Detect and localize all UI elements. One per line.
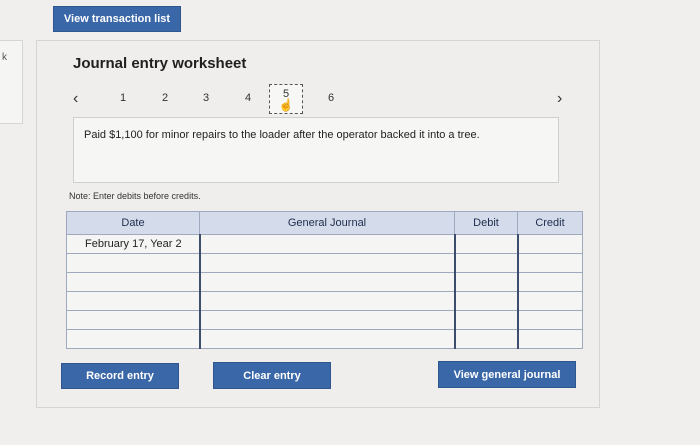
credit-header: Credit (517, 211, 583, 235)
hand-pointer-icon: ☝ (278, 98, 294, 112)
date-header: Date (66, 211, 200, 235)
debit-header: Debit (454, 211, 518, 235)
date-cell[interactable] (66, 329, 200, 349)
account-input[interactable] (198, 310, 455, 330)
clear-entry-button[interactable]: Clear entry (213, 362, 331, 389)
credit-input[interactable] (516, 234, 583, 254)
debit-input[interactable] (453, 234, 518, 254)
view-transaction-list-button[interactable]: View transaction list (53, 6, 181, 32)
journal-entry-worksheet: Journal entry worksheet ‹ 1 2 3 4 5 ☝ 6 … (36, 40, 600, 408)
nav-page-4[interactable]: 4 (241, 92, 255, 104)
table-row (66, 329, 583, 349)
debit-input[interactable] (453, 253, 518, 273)
debit-input[interactable] (453, 329, 518, 349)
credit-input[interactable] (516, 291, 583, 311)
credit-input[interactable] (516, 253, 583, 273)
table-row: February 17, Year 2 (66, 234, 583, 254)
table-row (66, 272, 583, 292)
account-input[interactable] (198, 272, 455, 292)
account-input[interactable] (198, 253, 455, 273)
debit-credit-note: Note: Enter debits before credits. (69, 191, 201, 201)
debit-input[interactable] (453, 291, 518, 311)
credit-input[interactable] (516, 329, 583, 349)
account-input[interactable] (198, 291, 455, 311)
nav-page-2[interactable]: 2 (158, 92, 172, 104)
table-row (66, 291, 583, 311)
table-row (66, 310, 583, 330)
left-panel-mark: k (2, 52, 7, 63)
date-cell[interactable] (66, 253, 200, 273)
next-arrow-icon[interactable]: › (557, 90, 562, 108)
date-cell[interactable] (66, 272, 200, 292)
general-journal-header: General Journal (199, 211, 455, 235)
nav-page-1[interactable]: 1 (116, 92, 130, 104)
view-general-journal-button[interactable]: View general journal (438, 361, 576, 388)
account-input[interactable] (198, 329, 455, 349)
journal-entry-table: Date General Journal Debit Credit Februa… (66, 211, 583, 349)
nav-page-6[interactable]: 6 (324, 92, 338, 104)
table-row (66, 253, 583, 273)
debit-input[interactable] (453, 272, 518, 292)
transaction-description: Paid $1,100 for minor repairs to the loa… (73, 117, 559, 183)
nav-page-3[interactable]: 3 (199, 92, 213, 104)
credit-input[interactable] (516, 310, 583, 330)
nav-page-5-active[interactable]: 5 ☝ (269, 84, 303, 114)
record-entry-button[interactable]: Record entry (61, 363, 179, 389)
credit-input[interactable] (516, 272, 583, 292)
date-cell[interactable]: February 17, Year 2 (66, 234, 200, 254)
account-input[interactable] (198, 234, 455, 254)
worksheet-title: Journal entry worksheet (73, 55, 247, 72)
date-cell[interactable] (66, 291, 200, 311)
date-cell[interactable] (66, 310, 200, 330)
debit-input[interactable] (453, 310, 518, 330)
entry-navigation: ‹ 1 2 3 4 5 ☝ 6 › (37, 84, 599, 115)
previous-arrow-icon[interactable]: ‹ (73, 90, 78, 108)
